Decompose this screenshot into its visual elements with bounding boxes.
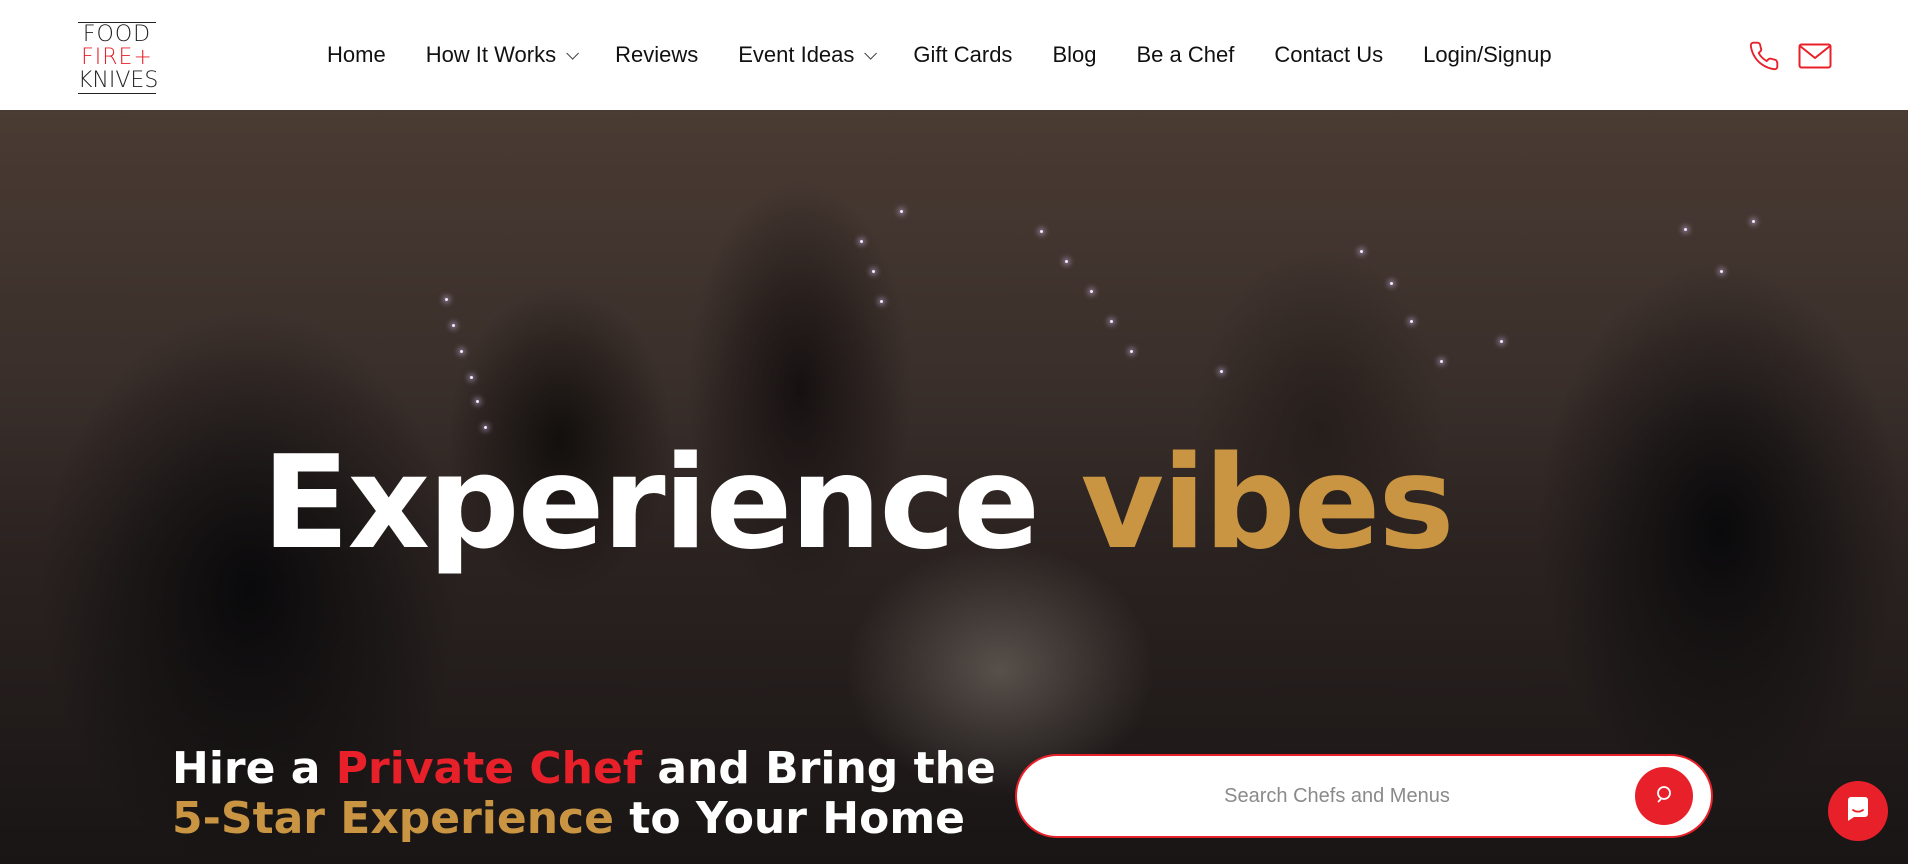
nav-item-contact-us[interactable]: Contact Us [1274, 42, 1383, 68]
phone-icon[interactable] [1748, 40, 1780, 72]
nav-item-how-it-works[interactable]: How It Works [425, 42, 580, 68]
nav-item-blog[interactable]: Blog [1052, 42, 1096, 68]
tagline-highlight-gold: 5-Star Experience [172, 793, 614, 844]
tagline-line-2: 5-Star Experience to Your Home [172, 794, 996, 844]
nav-item-label: Be a Chef [1136, 42, 1235, 67]
nav-item-login-signup[interactable]: Login/Signup [1423, 42, 1551, 68]
chevron-down-icon [566, 46, 580, 60]
search-icon [1654, 784, 1674, 809]
nav-item-label: How It Works [425, 42, 557, 67]
nav-item-label: Login/Signup [1423, 42, 1552, 67]
nav-item-be-a-chef[interactable]: Be a Chef [1136, 42, 1234, 68]
nav-item-label: Event Ideas [738, 42, 855, 67]
nav-item-gift-cards[interactable]: Gift Cards [913, 42, 1012, 68]
site-header: FOOD FIRE+ KNIVES Home How It Works Revi… [0, 0, 1908, 110]
tagline-text: Hire a [172, 743, 321, 794]
nav-item-label: Reviews [615, 42, 699, 67]
nav-item-label: Contact Us [1274, 42, 1384, 67]
contact-icons [1748, 40, 1832, 72]
site-logo[interactable]: FOOD FIRE+ KNIVES [78, 22, 159, 94]
nav-item-home[interactable]: Home [327, 42, 386, 68]
tagline-text: and Bring the [657, 743, 996, 794]
chevron-down-icon [864, 46, 878, 60]
tagline-text: to Your Home [629, 793, 966, 844]
logo-line-food: FOOD [78, 22, 156, 47]
search-input[interactable] [1057, 756, 1617, 836]
hero-tagline: Hire a Private Chef and Bring the 5-Star… [172, 744, 996, 844]
nav-item-label: Gift Cards [913, 42, 1013, 67]
nav-item-event-ideas[interactable]: Event Ideas [738, 42, 878, 68]
nav-item-label: Home [327, 42, 386, 67]
logo-line-knives: KNIVES [78, 68, 159, 94]
nav-item-reviews[interactable]: Reviews [615, 42, 698, 68]
chat-button[interactable] [1828, 781, 1888, 841]
chat-icon [1844, 795, 1872, 828]
nav-item-label: Blog [1052, 42, 1097, 67]
search-bar [1015, 754, 1713, 838]
search-button[interactable] [1635, 767, 1693, 825]
mail-icon[interactable] [1798, 43, 1832, 69]
headline-accent: vibes [1080, 429, 1455, 578]
logo-line-fire: FIRE+ [81, 45, 153, 70]
headline-text: Experience [262, 429, 1040, 578]
tagline-line-1: Hire a Private Chef and Bring the [172, 744, 996, 794]
main-nav: Home How It Works Reviews Event Ideas Gi… [327, 0, 1592, 110]
hero-headline-overlay: Experience vibes [262, 440, 1455, 568]
tagline-highlight-red: Private Chef [335, 743, 642, 794]
